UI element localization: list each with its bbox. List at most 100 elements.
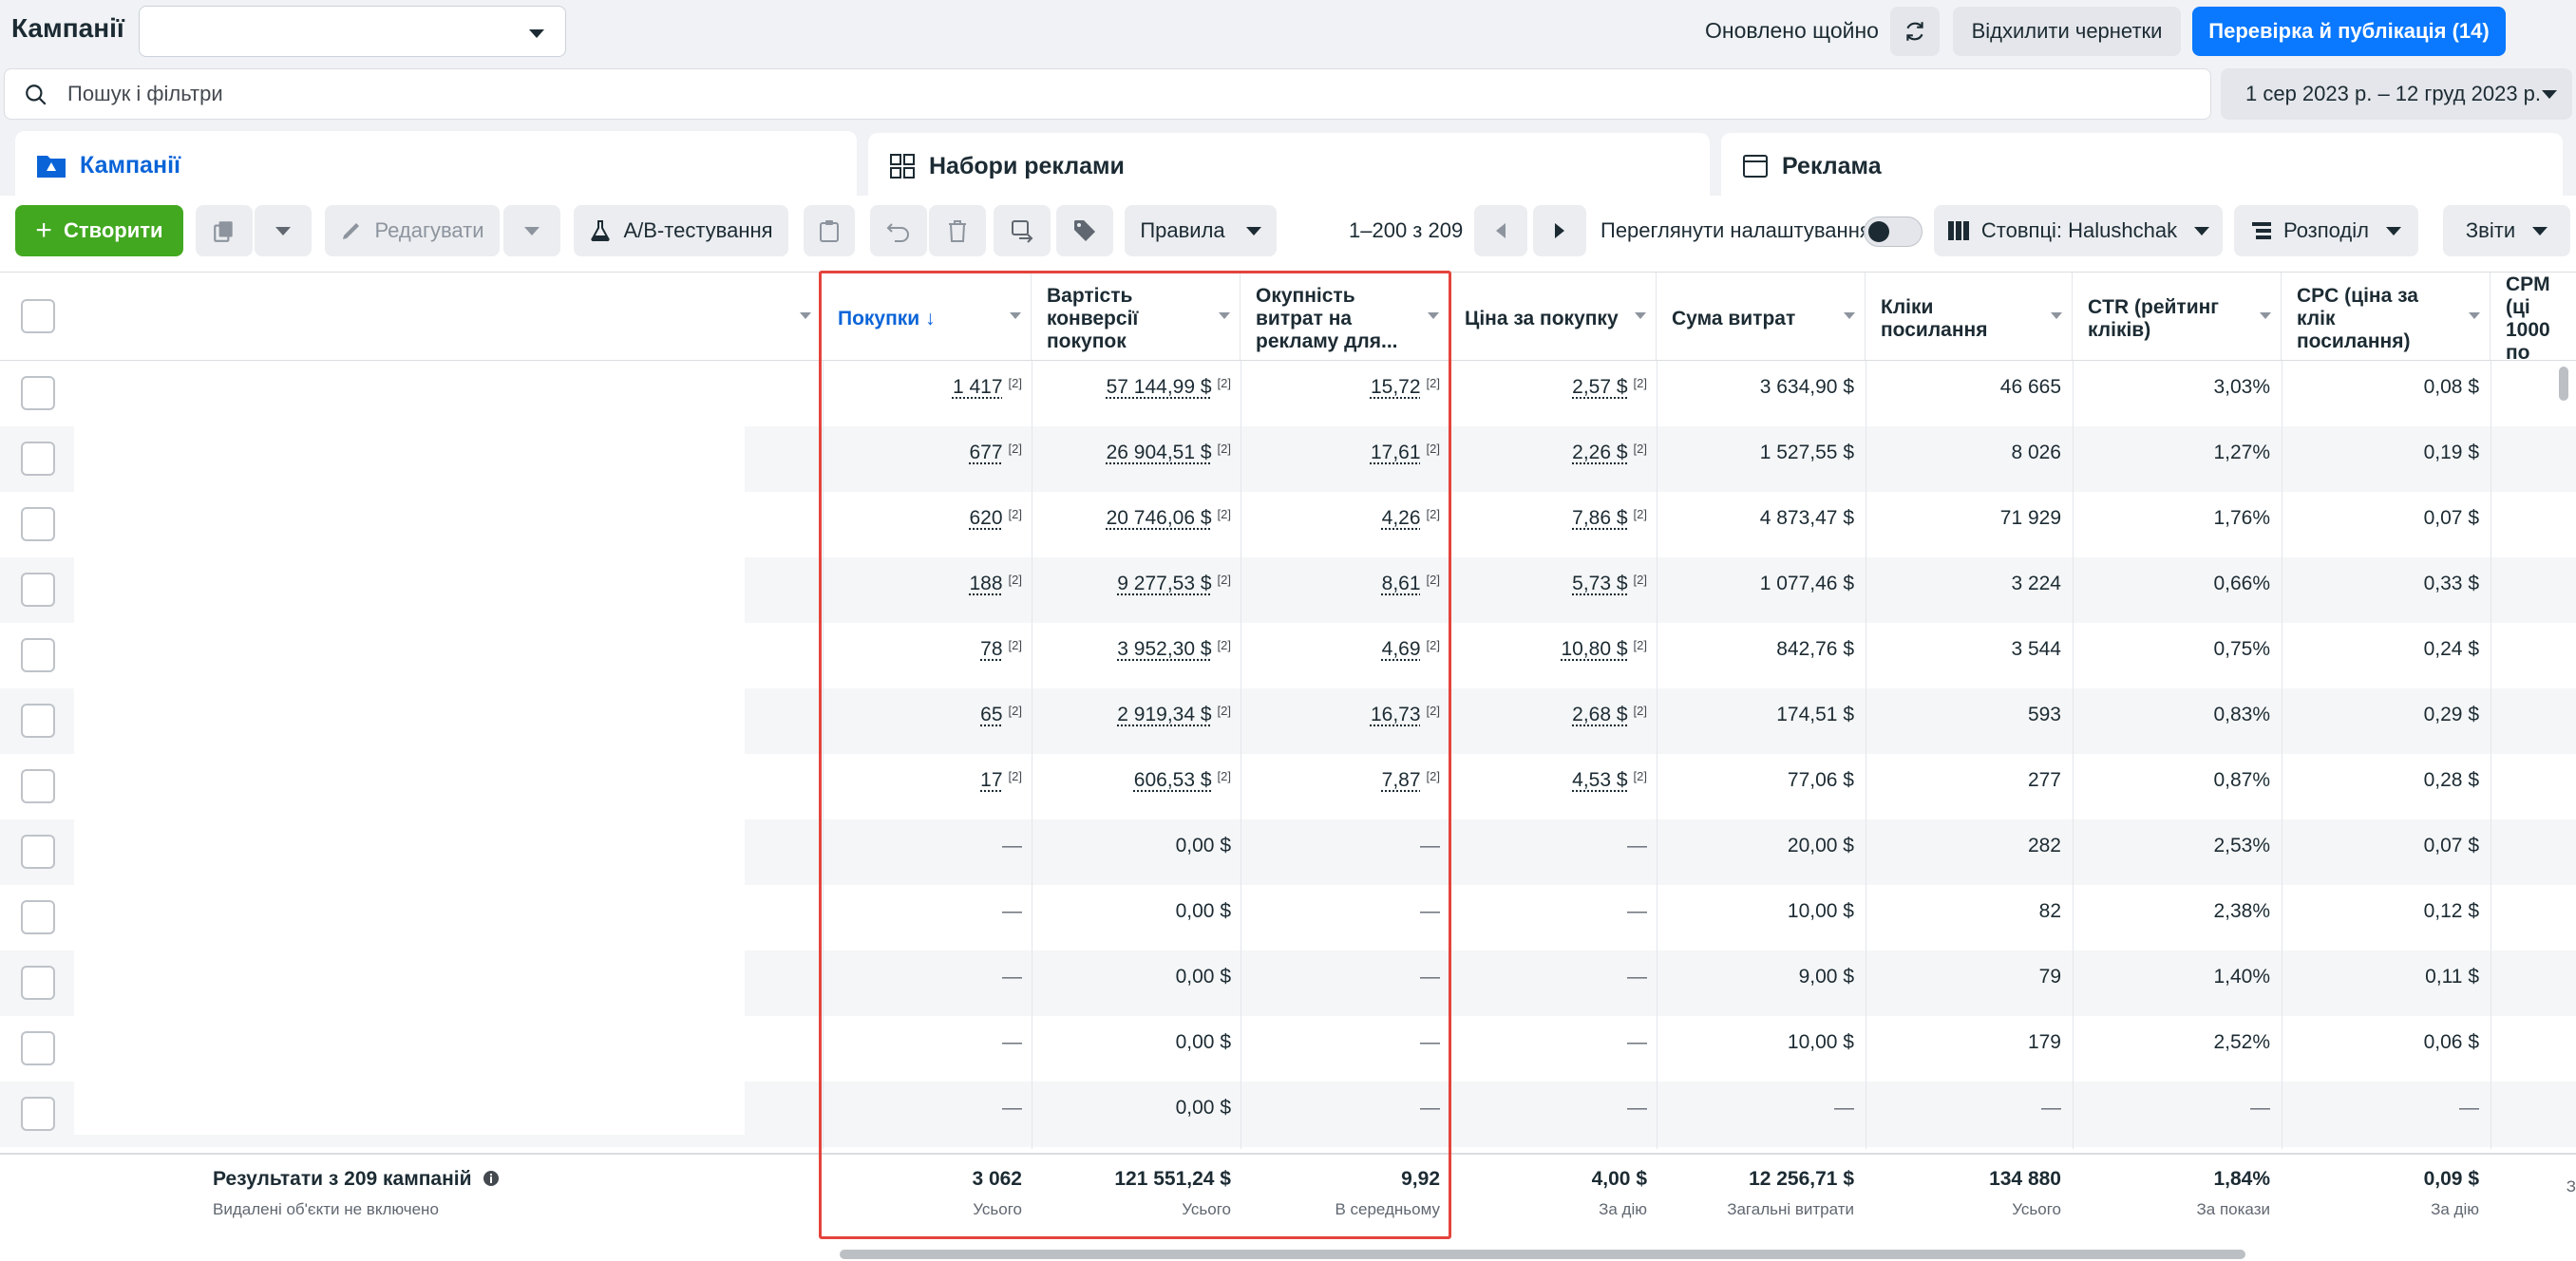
column-header-purchases[interactable]: Покупки ↓ bbox=[823, 273, 1032, 360]
discard-drafts-button[interactable]: Відхилити чернетки bbox=[1953, 7, 2181, 56]
tab-ad-sets[interactable]: Набори реклами bbox=[868, 133, 1710, 199]
row-checkbox[interactable] bbox=[21, 966, 55, 1000]
rules-dropdown[interactable]: Правила bbox=[1125, 205, 1277, 256]
cell-spend: 1 077,46 $ bbox=[1760, 557, 1854, 623]
column-header-cost-per-purchase[interactable]: Ціна за покупку bbox=[1449, 273, 1657, 360]
cell-purchase-value: 0,00 $ bbox=[1176, 1082, 1231, 1147]
cell-cost-per-purchase: — bbox=[1627, 1016, 1647, 1082]
cell-purchase-value: 0,00 $ bbox=[1176, 1016, 1231, 1082]
cell-spend: 3 634,90 $ bbox=[1760, 361, 1854, 426]
row-checkbox[interactable] bbox=[21, 442, 55, 476]
export-button[interactable] bbox=[994, 205, 1051, 256]
create-label: Створити bbox=[64, 218, 163, 243]
row-checkbox[interactable] bbox=[21, 573, 55, 607]
chevron-down-icon bbox=[1219, 312, 1230, 319]
tab-campaigns[interactable]: Кампанії bbox=[15, 131, 857, 199]
row-checkbox[interactable] bbox=[21, 376, 55, 410]
vertical-scrollbar[interactable] bbox=[2559, 367, 2568, 401]
cell-link-clicks: 3 544 bbox=[2011, 623, 2061, 688]
cell-ctr: 1,40% bbox=[2213, 950, 2270, 1016]
horizontal-scrollbar[interactable] bbox=[840, 1250, 2245, 1259]
campaign-selector[interactable] bbox=[139, 6, 566, 57]
row-checkbox[interactable] bbox=[21, 507, 55, 541]
cell-purchase-value: 20 746,06 $ [2] bbox=[1107, 492, 1231, 557]
search-bar[interactable] bbox=[4, 68, 2211, 120]
attribution-mark: [2] bbox=[1634, 442, 1647, 456]
cell-spend: 10,00 $ bbox=[1788, 1016, 1854, 1082]
summary-title: Результати з 209 кампаній bbox=[213, 1168, 500, 1191]
duplicate-menu-button[interactable] bbox=[255, 205, 312, 256]
cell-roas: 17,61 [2] bbox=[1371, 426, 1440, 492]
column-header-cpc[interactable]: CPC (ціна за клік посилання) bbox=[2282, 273, 2491, 360]
cell-purchase-value: 606,53 $ [2] bbox=[1134, 754, 1231, 819]
tag-button[interactable] bbox=[1056, 205, 1113, 256]
cell-roas: — bbox=[1420, 1082, 1440, 1147]
cell-cpc: 0,08 $ bbox=[2424, 361, 2479, 426]
create-button[interactable]: + Створити bbox=[15, 205, 183, 256]
cell-purchases: 65 [2] bbox=[980, 688, 1022, 754]
row-checkbox[interactable] bbox=[21, 1031, 55, 1065]
ab-test-label: A/B-тестування bbox=[623, 218, 772, 243]
delete-button[interactable] bbox=[929, 205, 986, 256]
row-checkbox[interactable] bbox=[21, 1097, 55, 1131]
summary-cell: 1,84% За покази bbox=[2197, 1155, 2280, 1246]
column-header-link-clicks[interactable]: Кліки посилання bbox=[1866, 273, 2073, 360]
columns-dropdown[interactable]: Стовпці: Halushchak bbox=[1934, 205, 2223, 256]
attribution-mark: [2] bbox=[1634, 769, 1647, 783]
breakdown-dropdown[interactable]: Розподіл bbox=[2234, 205, 2418, 256]
ab-test-button[interactable]: A/B-тестування bbox=[574, 205, 788, 256]
edit-button[interactable]: Редагувати bbox=[325, 205, 500, 256]
cell-cpc: 0,07 $ bbox=[2424, 819, 2479, 885]
cell-ctr: 1,76% bbox=[2213, 492, 2270, 557]
undo-button[interactable] bbox=[870, 205, 927, 256]
cell-purchases: 188 [2] bbox=[969, 557, 1022, 623]
cell-purchase-value: 3 952,30 $ [2] bbox=[1117, 623, 1231, 688]
duplicate-button[interactable] bbox=[196, 205, 253, 256]
reports-dropdown[interactable]: Звіти bbox=[2443, 205, 2570, 256]
cell-link-clicks: 79 bbox=[2039, 950, 2061, 1016]
tab-ads[interactable]: Реклама bbox=[1721, 133, 2563, 199]
cell-roas: 8,61 [2] bbox=[1382, 557, 1440, 623]
summary-subtitle: Видалені об'єкти не включено bbox=[213, 1200, 439, 1219]
cell-link-clicks: 593 bbox=[2028, 688, 2061, 754]
cell-cpc: 0,24 $ bbox=[2424, 623, 2479, 688]
pencil-icon bbox=[340, 219, 363, 242]
cell-cost-per-purchase: 7,86 $ [2] bbox=[1572, 492, 1647, 557]
column-header-spend[interactable]: Сума витрат bbox=[1657, 273, 1866, 360]
row-checkbox[interactable] bbox=[21, 835, 55, 869]
row-checkbox[interactable] bbox=[21, 638, 55, 672]
review-publish-button[interactable]: Перевірка й публікація (14) bbox=[2192, 7, 2506, 56]
select-all-checkbox[interactable] bbox=[21, 299, 55, 333]
row-checkbox[interactable] bbox=[21, 704, 55, 738]
row-checkbox[interactable] bbox=[21, 769, 55, 803]
cell-cpc: 0,28 $ bbox=[2424, 754, 2479, 819]
cell-link-clicks: — bbox=[2041, 1082, 2061, 1147]
attribution-mark: [2] bbox=[1427, 769, 1440, 783]
row-checkbox[interactable] bbox=[21, 900, 55, 934]
column-header-cpm[interactable]: CPM (ці 1000 по bbox=[2491, 273, 2576, 360]
cell-cost-per-purchase: 2,68 $ [2] bbox=[1572, 688, 1647, 754]
date-range-picker[interactable]: 1 сер 2023 р. – 12 груд 2023 р. bbox=[2221, 68, 2572, 120]
search-input[interactable] bbox=[67, 77, 2157, 111]
updated-status: Оновлено щойно bbox=[1705, 18, 1879, 44]
chevron-down-icon bbox=[1635, 312, 1646, 319]
top-bar: Кампанії Оновлено щойно Відхилити чернет… bbox=[0, 0, 2576, 63]
next-page-button[interactable] bbox=[1533, 205, 1586, 256]
cell-link-clicks: 82 bbox=[2039, 885, 2061, 950]
columns-icon bbox=[1947, 220, 1970, 241]
attribution-mark: [2] bbox=[1427, 638, 1440, 652]
column-header-roas[interactable]: Окупність витрат на рекламу для... bbox=[1241, 273, 1449, 360]
breakdown-icon bbox=[2251, 220, 2272, 241]
previous-page-button[interactable] bbox=[1474, 205, 1527, 256]
refresh-button[interactable] bbox=[1890, 7, 1940, 56]
info-icon[interactable] bbox=[483, 1170, 500, 1187]
column-header-purchase-value[interactable]: Вартість конверсії покупок bbox=[1032, 273, 1241, 360]
table-header: Покупки ↓ Вартість конверсії покупок Оку… bbox=[0, 272, 2576, 361]
edit-label: Редагувати bbox=[374, 218, 483, 243]
view-settings-toggle[interactable] bbox=[1864, 216, 1923, 247]
cell-ctr: 3,03% bbox=[2213, 361, 2270, 426]
column-header-ctr[interactable]: CTR (рейтинг кліків) bbox=[2073, 273, 2282, 360]
name-column-menu[interactable] bbox=[745, 273, 821, 360]
edit-menu-button[interactable] bbox=[503, 205, 560, 256]
clipboard-button[interactable] bbox=[804, 205, 855, 256]
